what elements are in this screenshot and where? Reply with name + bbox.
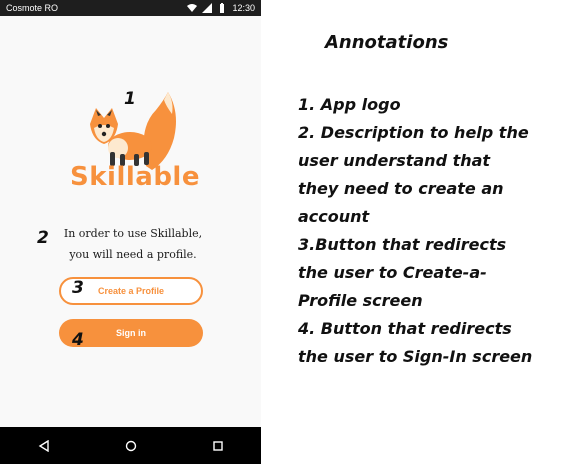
home-icon[interactable] (119, 434, 143, 458)
annotations-title: Annotations (325, 32, 449, 53)
annotation-marker-1: 1 (124, 89, 136, 109)
phone-screen: Cosmote RO 12:30 Skillable In order to u… (0, 0, 261, 464)
annotation-line: Profile screen (298, 291, 423, 310)
annotation-line: 4. Button that redirects (298, 319, 512, 338)
annotations-list: 1. App logo 2. Description to help the u… (298, 91, 560, 371)
signal-icon (202, 3, 213, 13)
annotation-line: they need to create an (298, 179, 504, 198)
description-line-1: In order to use Skillable, (63, 227, 203, 240)
annotation-line: account (298, 207, 370, 226)
annotation-marker-3: 3 (72, 278, 84, 298)
clock: 12:30 (232, 3, 255, 13)
status-bar: Cosmote RO 12:30 (0, 0, 261, 16)
annotation-line: 1. App logo (298, 95, 401, 114)
description-line-2: you will need a profile. (69, 248, 197, 261)
app-brand-name: Skillable (70, 162, 200, 192)
annotation-line: the user to Create-a- (298, 263, 487, 282)
annotation-line: the user to Sign-In screen (298, 347, 533, 366)
back-icon[interactable] (32, 434, 56, 458)
navigation-bar (0, 427, 261, 464)
annotation-line: user understand that (298, 151, 491, 170)
carrier-label: Cosmote RO (6, 3, 59, 13)
profile-description: In order to use Skillable, you will need… (50, 223, 216, 265)
annotation-marker-4: 4 (72, 330, 84, 350)
annotation-line: 2. Description to help the (298, 123, 529, 142)
battery-icon (220, 3, 225, 13)
annotation-line: 3.Button that redirects (298, 235, 507, 254)
recents-icon[interactable] (206, 434, 230, 458)
wifi-icon (187, 4, 198, 12)
annotation-marker-2: 2 (37, 228, 49, 248)
status-icons: 12:30 (187, 3, 255, 13)
